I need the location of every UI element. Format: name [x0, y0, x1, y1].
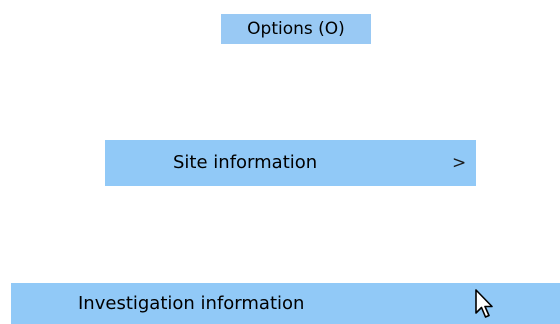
- menu-title-options[interactable]: Options (O): [221, 14, 371, 44]
- arrow-pointer-icon: [475, 289, 493, 318]
- menu-item-label: Investigation information: [78, 293, 305, 314]
- menu-item-label: Site information: [173, 152, 318, 173]
- menu-item-site-information[interactable]: Site information >: [105, 140, 476, 186]
- chevron-right-icon: >: [452, 153, 467, 173]
